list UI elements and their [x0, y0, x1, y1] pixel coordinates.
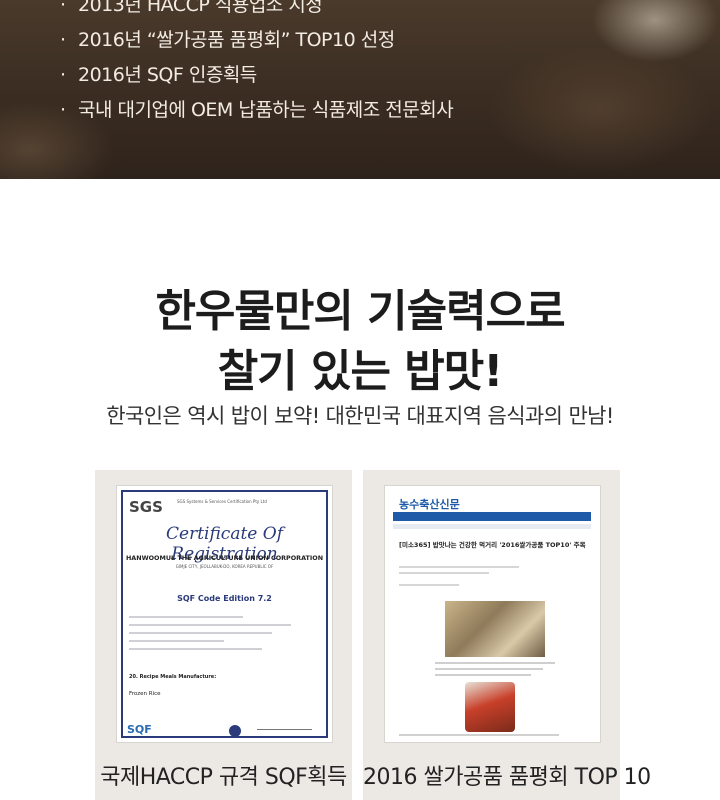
- text-line: [129, 648, 262, 650]
- text-line: [399, 566, 519, 568]
- certificate-body-lines: [129, 616, 319, 656]
- bullet-marker: ·: [60, 0, 66, 16]
- text-line: [129, 640, 224, 642]
- text-line: [129, 616, 243, 618]
- text-line: [399, 572, 489, 574]
- card-caption: 국제HACCP 규격 SQF획득: [100, 765, 347, 790]
- headline-line-2: 찰기 있는 밥맛!: [217, 346, 504, 397]
- hero-banner: · 2013년 HACCP 식용업소 지정 · 2016년 “쌀가공품 품평회” T…: [0, 0, 720, 179]
- certificate-address: GIMJE CITY, JEOLLABUK-DO, KOREA REPUBLIC…: [175, 564, 274, 569]
- card-caption: 2016 쌀가공품 품평회 TOP 10: [363, 765, 651, 790]
- article-text: [435, 662, 555, 680]
- certificate-product: Frozen Rice: [129, 691, 161, 697]
- newspaper-headline: [미소365] 밥맛나는 건강한 먹거리 '2016쌀가공품 TOP10' 주목: [399, 541, 586, 549]
- achievement-item: · 2013년 HACCP 식용업소 지정: [60, 0, 453, 23]
- newspaper-card: 농수축산신문 [미소365] 밥맛나는 건강한 먹거리 '2016쌀가공품 TO…: [363, 470, 651, 800]
- newspaper-subbar: [393, 524, 591, 529]
- bullet-marker: ·: [60, 29, 66, 51]
- achievement-text: 국내 대기업에 OEM 납품하는 식품제조 전문회사: [78, 99, 454, 121]
- sgs-detail: SGS Systems & Services Certification Pty…: [177, 499, 267, 504]
- headline-line-1: 한우물만의 기술력으로: [155, 286, 565, 337]
- text-line: [435, 674, 531, 676]
- seal-icon: [229, 725, 241, 737]
- text-line: [399, 734, 559, 736]
- achievement-text: 2016년 “쌀가공품 품평회” TOP10 선정: [78, 29, 395, 51]
- certificate-image: SGS SGS Systems & Services Certification…: [116, 485, 333, 743]
- certificate-footer: SQF: [127, 723, 322, 739]
- newspaper-navbar: [393, 512, 591, 521]
- subtitle: 한국인은 역시 밥이 보약! 대한민국 대표지역 음식과의 만남!: [106, 404, 614, 428]
- achievement-text: 2013년 HACCP 식용업소 지정: [78, 0, 323, 16]
- sgs-logo: SGS: [129, 498, 163, 516]
- text-line: [435, 668, 543, 670]
- signature-line: [257, 729, 312, 730]
- bullet-marker: ·: [60, 99, 66, 121]
- newspaper-logo: 농수축산신문: [399, 498, 460, 511]
- certificate-code: SQF Code Edition 7.2: [177, 594, 272, 603]
- achievement-item: · 2016년 SQF 인증획득: [60, 58, 453, 93]
- product-package-photo: [465, 682, 515, 732]
- achievement-item: · 국내 대기업에 OEM 납품하는 식품제조 전문회사: [60, 93, 454, 128]
- text-line: [129, 632, 272, 634]
- achievement-item: · 2016년 “쌀가공품 품평회” TOP10 선정: [60, 23, 453, 58]
- text-line: [129, 624, 291, 626]
- article-photo: [445, 601, 545, 657]
- certificate-organization: HANWOOMUL THE AGRICULTURE UNION CORPORAT…: [125, 554, 324, 562]
- newspaper-image: 농수축산신문 [미소365] 밥맛나는 건강한 먹거리 '2016쌀가공품 TO…: [384, 485, 601, 743]
- sqf-logo: SQF: [127, 723, 152, 736]
- certificate-card: SGS SGS Systems & Services Certification…: [95, 470, 352, 800]
- bullet-marker: ·: [60, 64, 66, 86]
- text-line: [435, 662, 555, 664]
- text-line: [399, 584, 459, 586]
- achievement-text: 2016년 SQF 인증획득: [78, 64, 257, 86]
- certificate-category: 20. Recipe Meals Manufacture:: [129, 674, 217, 680]
- achievement-list: · 2013년 HACCP 식용업소 지정 · 2016년 “쌀가공품 품평회” T…: [60, 0, 454, 128]
